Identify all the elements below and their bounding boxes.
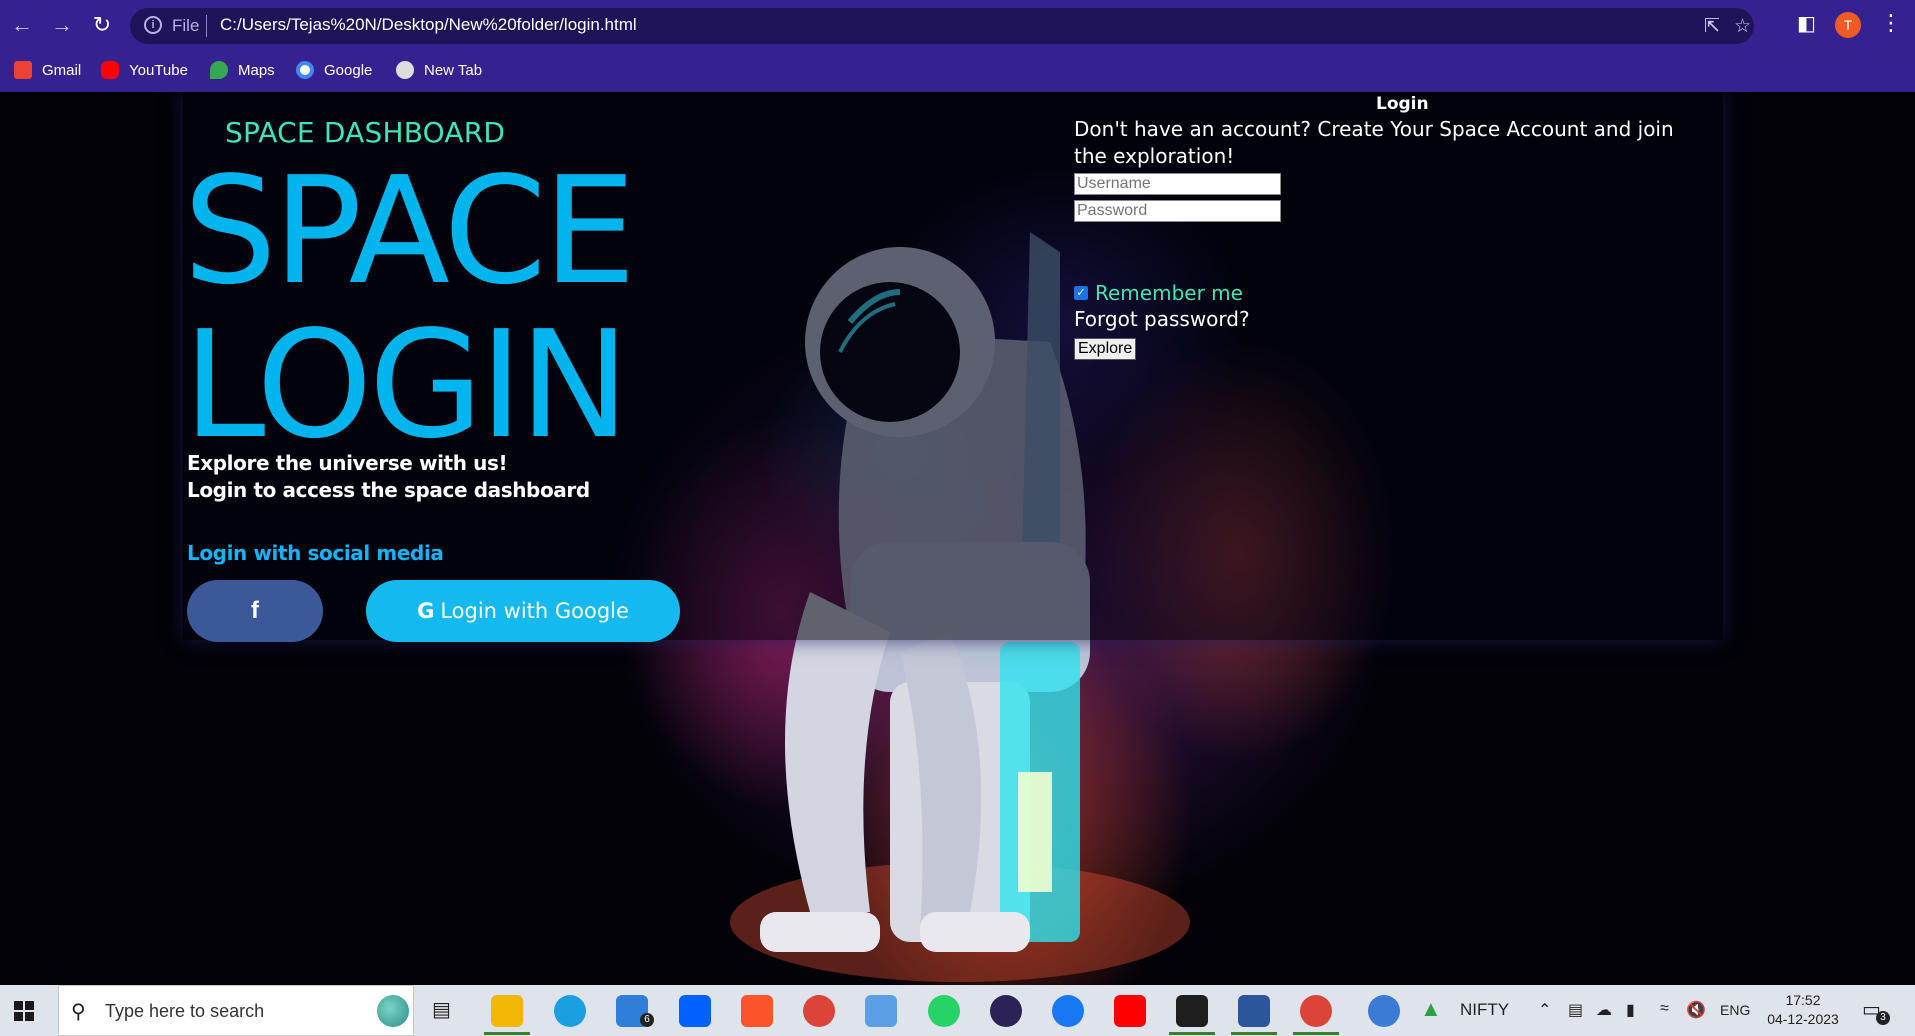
chevron-up-icon[interactable]: ⌃ [1538,1000,1551,1020]
clock-time: 17:52 [1785,992,1821,1008]
active-app-indicator [1293,1032,1339,1035]
mail-badge: 6 [640,1013,654,1027]
whatsapp-icon[interactable] [928,995,960,1027]
help-icon[interactable] [1368,995,1400,1027]
username-field[interactable] [1074,173,1281,195]
windows-taskbar: ⚲ Type here to search ▤ 6 ▲ NIFTY ⌃ ▤ ☁ … [0,985,1915,1036]
gmail-icon [14,61,32,79]
social-login-heading: Login with social media [187,541,444,565]
browser-toolbar: ← → ↻ i File C:/Users/Tejas%20N/Desktop/… [0,0,1915,50]
search-highlight-icon [377,995,409,1027]
google-icon: G [417,599,435,623]
bookmark-label: Maps [238,61,275,79]
bookmark-label: Google [324,61,373,79]
star-icon[interactable]: ☆ [1734,15,1751,38]
side-panel-icon[interactable]: ◧ [1797,11,1816,36]
info-icon[interactable]: i [144,16,162,34]
active-app-indicator [1231,1032,1277,1035]
notification-count: 3 [1876,1011,1890,1025]
google-icon [296,61,314,79]
remember-me-label: Remember me [1095,281,1243,305]
facebook-app-icon[interactable] [1052,995,1084,1027]
remember-me-checkbox[interactable]: ✓ [1074,286,1088,300]
chrome-profile-icon[interactable] [1300,995,1332,1027]
facebook-login-button[interactable]: f [187,580,323,642]
clock-date: 04-12-2023 [1767,1011,1839,1027]
bookmark-maps[interactable]: Maps [210,59,275,81]
globe-icon [396,61,414,79]
hero-heading-line2: LOGIN [183,299,630,471]
page-viewport: SPACE DASHBOARD SPACE LOGIN Explore the … [0,92,1915,985]
maps-icon [210,61,228,79]
youtube-icon [101,61,119,79]
stock-ticker-label[interactable]: NIFTY [1460,1000,1509,1020]
forward-icon[interactable]: → [48,11,76,39]
password-field[interactable] [1074,200,1281,222]
active-app-indicator [484,1032,530,1035]
task-view-icon[interactable]: ▤ [432,997,451,1022]
back-icon[interactable]: ← [8,11,36,39]
youtube-app-icon[interactable] [1114,995,1146,1027]
stock-chart-icon[interactable]: ▲ [1420,996,1442,1022]
figma-icon[interactable] [1176,995,1208,1027]
dropbox-icon[interactable] [679,995,711,1027]
tagline-line1: Explore the universe with us! [187,451,508,475]
signup-prompt: Don't have an account? Create Your Space… [1074,117,1674,168]
share-icon[interactable]: ⇱ [1704,15,1720,38]
mute-icon[interactable]: 🔇 [1686,1000,1706,1020]
login-form-title: Login [1376,94,1429,114]
brave-icon[interactable] [741,995,773,1027]
url-text[interactable]: C:/Users/Tejas%20N/Desktop/New%20folder/… [220,15,637,35]
windows-start-icon[interactable] [14,1001,34,1021]
device-icon[interactable]: ▤ [1568,1000,1583,1020]
bookmark-gmail[interactable]: Gmail [14,59,81,81]
menu-icon[interactable]: ⋮ [1880,10,1902,36]
bookmark-label: YouTube [129,61,188,79]
file-explorer-icon[interactable] [491,995,523,1027]
bookmark-label: Gmail [42,61,82,79]
google-login-label: Login with Google [440,599,629,623]
forgot-password-link[interactable]: Forgot password? [1074,307,1250,331]
bookmark-youtube[interactable]: YouTube [101,59,188,81]
eclipse-icon[interactable] [990,995,1022,1027]
laptop-icon[interactable] [865,995,897,1027]
bookmark-label: New Tab [424,61,483,79]
search-placeholder: Type here to search [105,1001,265,1021]
remember-me-row[interactable]: ✓ Remember me [1074,281,1243,305]
wifi-icon[interactable]: ≈ [1660,1000,1669,1018]
active-app-indicator [1169,1032,1215,1035]
taskbar-search-box[interactable]: ⚲ Type here to search [58,985,414,1036]
language-indicator[interactable]: ENG [1720,1002,1750,1018]
facebook-icon: f [251,597,259,624]
bookmark-new-tab[interactable]: New Tab [396,59,482,81]
tagline-line2: Login to access the space dashboard [187,478,590,502]
hero-heading-line1: SPACE [183,145,636,317]
chrome-icon[interactable] [803,995,835,1027]
search-icon: ⚲ [71,1001,86,1023]
reload-icon[interactable]: ↻ [88,11,116,39]
edge-icon[interactable] [554,995,586,1027]
file-scheme-label: File [172,16,200,35]
clock[interactable]: 17:52 04-12-2023 [1762,991,1844,1029]
profile-avatar[interactable]: T [1835,12,1861,38]
omnibox-divider [206,15,207,37]
explore-button[interactable]: Explore [1074,338,1137,360]
cloud-icon[interactable]: ☁ [1596,1000,1612,1020]
bookmark-google[interactable]: Google [296,59,372,81]
battery-icon[interactable]: ▮ [1626,1000,1635,1020]
bookmarks-bar [0,50,1915,92]
word-icon[interactable] [1238,995,1270,1027]
address-bar[interactable]: i File C:/Users/Tejas%20N/Desktop/New%20… [130,8,1754,44]
google-login-button[interactable]: G Login with Google [366,580,680,642]
